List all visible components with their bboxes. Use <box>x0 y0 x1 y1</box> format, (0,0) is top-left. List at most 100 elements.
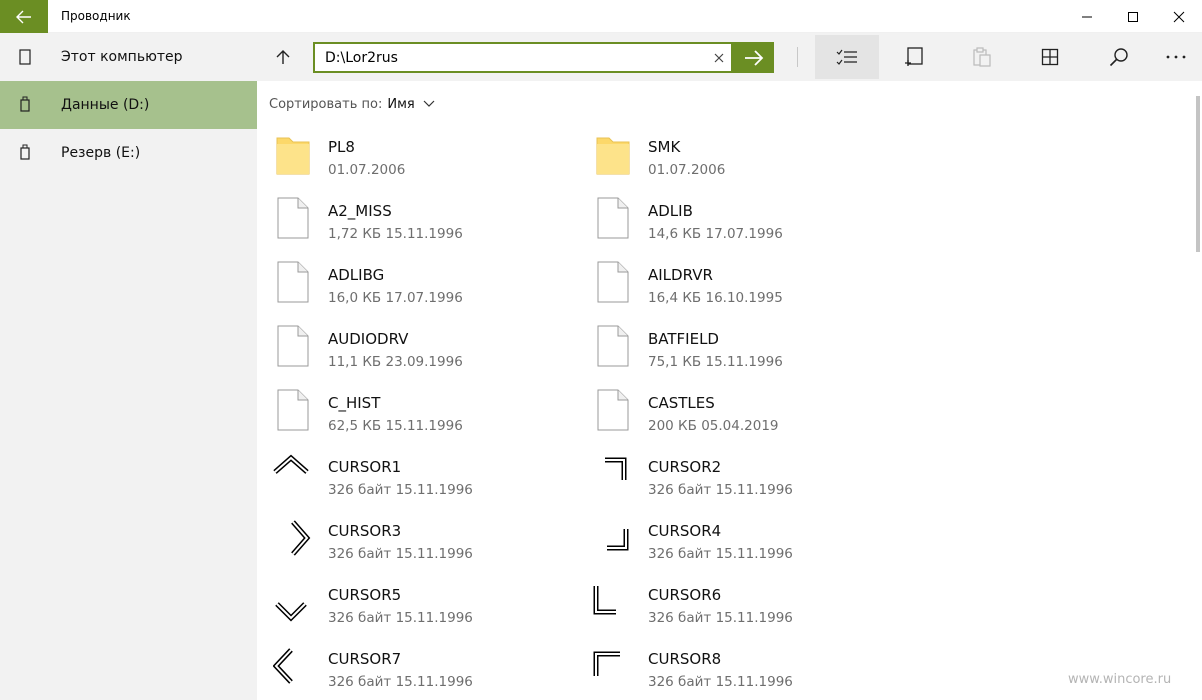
file-item[interactable]: CURSOR8 326 байт 15.11.1996 <box>577 638 877 694</box>
file-name: CURSOR1 <box>328 458 402 476</box>
file-item[interactable]: CURSOR6 326 байт 15.11.1996 <box>577 574 877 630</box>
file-item[interactable]: CURSOR5 326 байт 15.11.1996 <box>257 574 557 630</box>
file-name: BATFIELD <box>648 330 719 348</box>
file-name: CURSOR7 <box>328 650 402 668</box>
cursor-topright-icon <box>605 457 627 480</box>
maximize-button[interactable] <box>1110 0 1156 33</box>
cursor-down-icon <box>275 602 307 622</box>
file-item[interactable]: C_HIST 62,5 КБ 15.11.1996 <box>257 382 557 438</box>
minimize-icon <box>1082 16 1092 17</box>
up-button[interactable] <box>265 39 301 75</box>
file-meta: 326 байт 15.11.1996 <box>648 546 793 562</box>
view-grid-icon <box>1041 48 1059 66</box>
file-name: AILDRVR <box>648 266 713 284</box>
new-item-icon <box>905 47 923 66</box>
close-icon <box>1173 11 1185 22</box>
paste-button[interactable] <box>950 35 1014 79</box>
vertical-scrollbar[interactable] <box>1196 96 1200 252</box>
file-item[interactable]: SMK 01.07.2006 <box>577 126 877 182</box>
file-meta: 326 байт 15.11.1996 <box>648 610 793 626</box>
file-item[interactable]: BATFIELD 75,1 КБ 15.11.1996 <box>577 318 877 374</box>
file-item[interactable]: ADLIBG 16,0 КБ 17.07.1996 <box>257 254 557 310</box>
clear-address-button[interactable] <box>709 48 729 68</box>
file-meta: 16,0 КБ 17.07.1996 <box>328 290 463 306</box>
file-name: AUDIODRV <box>328 330 409 348</box>
file-meta: 75,1 КБ 15.11.1996 <box>648 354 783 370</box>
sidebar-item-label: Этот компьютер <box>61 49 183 65</box>
file-name: CURSOR6 <box>648 586 722 604</box>
file-meta: 326 байт 15.11.1996 <box>328 610 473 626</box>
file-item[interactable]: CURSOR2 326 байт 15.11.1996 <box>577 446 877 502</box>
file-item[interactable]: CASTLES 200 КБ 05.04.2019 <box>577 382 877 438</box>
file-name: CASTLES <box>648 394 715 412</box>
sidebar-item-drive-d[interactable]: Данные (D:) <box>0 81 257 129</box>
more-icon <box>1166 55 1186 59</box>
sidebar: Этот компьютер Данные (D:) Резерв (E:) <box>0 33 257 700</box>
sort-value: Имя <box>387 96 415 112</box>
file-item[interactable]: CURSOR4 326 байт 15.11.1996 <box>577 510 877 566</box>
toolbar <box>257 33 1202 81</box>
file-icon <box>277 261 309 303</box>
cursor-bottomleft-icon <box>593 586 616 615</box>
drive-icon <box>20 96 30 112</box>
file-name: PL8 <box>328 138 355 156</box>
file-meta: 01.07.2006 <box>328 162 406 178</box>
file-item[interactable]: CURSOR7 326 байт 15.11.1996 <box>257 638 557 694</box>
file-name: CURSOR2 <box>648 458 722 476</box>
new-item-button[interactable] <box>883 35 947 79</box>
file-item[interactable]: PL8 01.07.2006 <box>257 126 557 182</box>
file-meta: 16,4 КБ 16.10.1995 <box>648 290 783 306</box>
search-icon <box>1109 48 1128 67</box>
back-button[interactable] <box>0 0 48 33</box>
file-meta: 326 байт 15.11.1996 <box>328 482 473 498</box>
watermark: www.wincore.ru <box>1068 672 1172 687</box>
file-item[interactable]: AUDIODRV 11,1 КБ 23.09.1996 <box>257 318 557 374</box>
file-meta: 326 байт 15.11.1996 <box>328 674 473 690</box>
address-input[interactable] <box>315 44 705 71</box>
file-list: PL8 01.07.2006 SMK 01.07.2006 A2_MISS 1,… <box>257 126 1197 700</box>
file-meta: 326 байт 15.11.1996 <box>648 482 793 498</box>
folder-icon <box>276 137 310 175</box>
cursor-topleft-icon <box>593 651 620 676</box>
file-icon <box>277 197 309 239</box>
more-button[interactable] <box>1144 35 1202 79</box>
file-item[interactable]: A2_MISS 1,72 КБ 15.11.1996 <box>257 190 557 246</box>
title-bar: Проводник <box>0 0 1202 33</box>
drive-icon <box>20 144 30 160</box>
view-button[interactable] <box>1018 35 1082 79</box>
paste-icon <box>973 47 991 67</box>
maximize-icon <box>1128 11 1138 22</box>
sort-dropdown[interactable]: Сортировать по: Имя <box>269 94 435 114</box>
file-name: CURSOR5 <box>328 586 402 604</box>
go-button[interactable] <box>733 42 774 73</box>
cursor-right-icon <box>291 520 311 556</box>
file-item[interactable]: CURSOR1 326 байт 15.11.1996 <box>257 446 557 502</box>
file-item[interactable]: ADLIB 14,6 КБ 17.07.1996 <box>577 190 877 246</box>
file-icon <box>277 389 309 431</box>
cursor-left-icon <box>273 648 293 684</box>
file-name: A2_MISS <box>328 202 392 220</box>
search-button[interactable] <box>1087 35 1151 79</box>
minimize-button[interactable] <box>1064 0 1110 33</box>
file-item[interactable]: CURSOR3 326 байт 15.11.1996 <box>257 510 557 566</box>
select-list-icon <box>836 49 857 65</box>
file-meta: 11,1 КБ 23.09.1996 <box>328 354 463 370</box>
file-item[interactable]: AILDRVR 16,4 КБ 16.10.1995 <box>577 254 877 310</box>
file-icon <box>597 261 629 303</box>
sidebar-item-this-pc[interactable]: Этот компьютер <box>0 33 257 81</box>
file-name: C_HIST <box>328 394 381 412</box>
file-name: CURSOR4 <box>648 522 722 540</box>
app-title: Проводник <box>61 9 131 23</box>
file-icon <box>277 325 309 367</box>
up-arrow-icon <box>276 50 290 64</box>
computer-icon <box>19 49 31 65</box>
select-button[interactable] <box>815 35 879 79</box>
file-name: ADLIBG <box>328 266 385 284</box>
file-meta: 326 байт 15.11.1996 <box>648 674 793 690</box>
address-bar <box>313 42 733 73</box>
close-button[interactable] <box>1156 0 1202 33</box>
toolbar-separator <box>797 47 798 67</box>
sidebar-item-drive-e[interactable]: Резерв (E:) <box>0 129 257 177</box>
chevron-down-icon <box>423 100 435 107</box>
file-meta: 14,6 КБ 17.07.1996 <box>648 226 783 242</box>
